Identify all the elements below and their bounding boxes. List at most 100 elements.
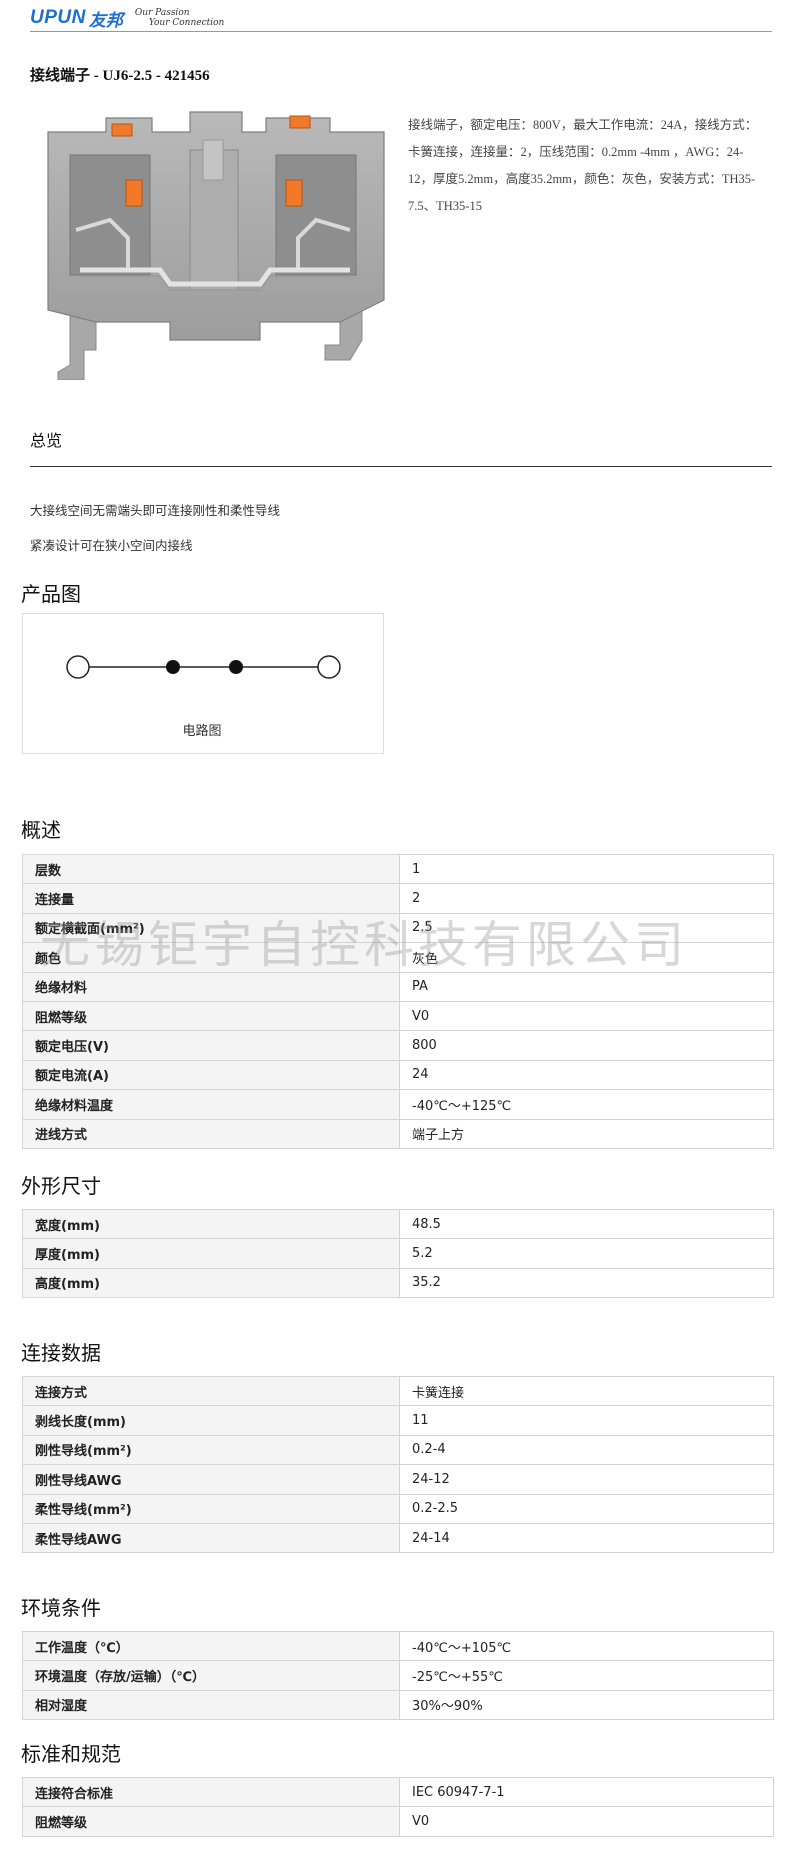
spec-key: 剥线长度(mm) bbox=[22, 1405, 400, 1436]
spec-key: 阻燃等级 bbox=[22, 1806, 400, 1837]
product-description: 接线端子，额定电压：800V，最大工作电流：24A，接线方式：卡簧连接，连接量：… bbox=[408, 118, 758, 213]
spec-row: 阻燃等级 V0 bbox=[22, 1000, 774, 1032]
spec-row: 层数 1 bbox=[22, 853, 774, 885]
spec-row: 工作温度（℃） -40℃～+105℃ bbox=[22, 1630, 774, 1662]
feature-item: 大接线空间无需端头即可连接刚性和柔性导线 bbox=[30, 503, 281, 518]
spec-table-standards: 连接符合标准 IEC 60947-7-1 阻燃等级 V0 bbox=[22, 1776, 774, 1837]
spec-row: 剥线长度(mm) 11 bbox=[22, 1405, 774, 1436]
spec-key: 高度(mm) bbox=[22, 1267, 400, 1299]
product-title: 接线端子 - UJ6-2.5 - 421456 bbox=[30, 68, 210, 84]
spec-key: 层数 bbox=[22, 853, 400, 885]
spec-row: 额定横截面(mm²) 2.5 bbox=[22, 912, 774, 944]
spec-row: 厚度(mm) 5.2 bbox=[22, 1238, 774, 1269]
spec-value: 800 bbox=[399, 1030, 774, 1061]
spec-key: 连接符合标准 bbox=[22, 1776, 400, 1808]
spec-key: 刚性导线AWG bbox=[22, 1464, 400, 1495]
spec-value: 48.5 bbox=[399, 1208, 774, 1240]
section-heading: 连接数据 bbox=[21, 1341, 101, 1365]
spec-table-connection: 连接方式 卡簧连接 剥线长度(mm) 11 刚性导线(mm²) 0.2-4 刚性导线AWG 2… bbox=[22, 1375, 774, 1554]
slogan-line-2: Your Connection bbox=[148, 18, 225, 28]
spec-value: 2.5 bbox=[399, 912, 774, 944]
spec-key: 颜色 bbox=[22, 942, 400, 973]
spec-value: -25℃～+55℃ bbox=[399, 1660, 774, 1691]
spec-row: 柔性导线AWG 24-14 bbox=[22, 1522, 774, 1554]
logo-cn-text: 友邦 bbox=[88, 10, 123, 31]
feature-item: 紧凑设计可在狭小空间内接线 bbox=[30, 538, 193, 553]
spec-value: 5.2 bbox=[399, 1238, 774, 1269]
spec-value: 30%～90% bbox=[399, 1689, 774, 1721]
spec-key: 柔性导线(mm²) bbox=[22, 1493, 400, 1524]
spec-row: 刚性导线(mm²) 0.2-4 bbox=[22, 1434, 774, 1466]
spec-row: 连接量 2 bbox=[22, 883, 774, 914]
spec-row: 连接符合标准 IEC 60947-7-1 bbox=[22, 1776, 774, 1808]
brand-slogan: Our Passion Your Connection bbox=[135, 8, 225, 28]
spec-value: 24-14 bbox=[399, 1522, 774, 1554]
spec-value: 2 bbox=[399, 883, 774, 914]
circuit-open-terminal bbox=[66, 655, 90, 679]
spec-value: 卡簧连接 bbox=[399, 1375, 774, 1407]
spec-row: 阻燃等级 V0 bbox=[22, 1806, 774, 1837]
section-heading: 外形尺寸 bbox=[21, 1174, 101, 1198]
spec-row: 高度(mm) 35.2 bbox=[22, 1267, 774, 1299]
circuit-junction-dot bbox=[229, 660, 243, 674]
spec-row: 绝缘材料 PA bbox=[22, 971, 774, 1002]
header-divider bbox=[30, 31, 772, 32]
spec-row: 刚性导线AWG 24-12 bbox=[22, 1464, 774, 1495]
spec-table-environment: 工作温度（℃） -40℃～+105℃ 环境温度（存放/运输）（℃） -25℃～+55℃… bbox=[22, 1630, 774, 1721]
spec-key: 刚性导线(mm²) bbox=[22, 1434, 400, 1466]
spec-value: 11 bbox=[399, 1405, 774, 1436]
circuit-open-terminal bbox=[317, 655, 341, 679]
spec-key: 环境温度（存放/运输）（℃） bbox=[22, 1660, 400, 1691]
brand-logo: UPUN 友邦 Our Passion Your Connection bbox=[30, 5, 224, 31]
spec-key: 进线方式 bbox=[22, 1118, 400, 1149]
spec-key: 绝缘材料 bbox=[22, 971, 400, 1002]
spec-value: 35.2 bbox=[399, 1267, 774, 1299]
spec-row: 绝缘材料温度 -40℃～+125℃ bbox=[22, 1089, 774, 1120]
spec-value: 24-12 bbox=[399, 1464, 774, 1495]
spec-value: 24 bbox=[399, 1059, 774, 1091]
spec-key: 相对湿度 bbox=[22, 1689, 400, 1721]
spec-row: 环境温度（存放/运输）（℃） -25℃～+55℃ bbox=[22, 1660, 774, 1691]
section-heading: 标准和规范 bbox=[21, 1742, 121, 1766]
spec-key: 连接量 bbox=[22, 883, 400, 914]
spec-value: V0 bbox=[399, 1806, 774, 1837]
spec-value: PA bbox=[399, 971, 774, 1002]
spec-key: 额定电流(A) bbox=[22, 1059, 400, 1091]
terminal-block-image bbox=[47, 111, 385, 380]
spec-value: 1 bbox=[399, 853, 774, 885]
spec-table-dimensions: 宽度(mm) 48.5 厚度(mm) 5.2 高度(mm) 35.2 bbox=[22, 1208, 774, 1299]
spec-value: -40℃～+105℃ bbox=[399, 1630, 774, 1662]
overview-divider bbox=[30, 466, 772, 467]
spec-value: 端子上方 bbox=[399, 1118, 774, 1149]
spec-value: V0 bbox=[399, 1000, 774, 1032]
spec-value: 灰色 bbox=[399, 942, 774, 973]
overview-heading: 总览 bbox=[30, 431, 63, 450]
spec-key: 厚度(mm) bbox=[22, 1238, 400, 1269]
circuit-junction-dot bbox=[166, 660, 180, 674]
section-heading: 环境条件 bbox=[21, 1596, 101, 1620]
spec-value: 0.2-4 bbox=[399, 1434, 774, 1466]
spec-key: 柔性导线AWG bbox=[22, 1522, 400, 1554]
spec-row: 颜色 灰色 bbox=[22, 942, 774, 973]
spec-key: 绝缘材料温度 bbox=[22, 1089, 400, 1120]
spec-row: 宽度(mm) 48.5 bbox=[22, 1208, 774, 1240]
spec-key: 额定电压(V) bbox=[22, 1030, 400, 1061]
spec-key: 连接方式 bbox=[22, 1375, 400, 1407]
spec-row: 柔性导线(mm²) 0.2-2.5 bbox=[22, 1493, 774, 1524]
spec-key: 宽度(mm) bbox=[22, 1208, 400, 1240]
spec-value: -40℃～+125℃ bbox=[399, 1089, 774, 1120]
circuit-caption: 电路图 bbox=[182, 724, 222, 739]
spec-key: 阻燃等级 bbox=[22, 1000, 400, 1032]
logo-latin-text: UPUN bbox=[30, 7, 86, 28]
spec-table-general: 层数 1 连接量 2 额定横截面(mm²) 2.5 颜色 灰色 绝缘材料 PA 阻燃等级 V0 额定电压… bbox=[22, 853, 774, 1149]
spec-row: 额定电压(V) 800 bbox=[22, 1030, 774, 1061]
spec-row: 连接方式 卡簧连接 bbox=[22, 1375, 774, 1407]
section-heading: 概述 bbox=[21, 818, 61, 842]
spec-key: 工作温度（℃） bbox=[22, 1630, 400, 1662]
spec-row: 进线方式 端子上方 bbox=[22, 1118, 774, 1149]
slogan-line-1: Our Passion bbox=[134, 8, 190, 18]
spec-value: 0.2-2.5 bbox=[399, 1493, 774, 1524]
spec-row: 相对湿度 30%～90% bbox=[22, 1689, 774, 1721]
spec-value: IEC 60947-7-1 bbox=[399, 1776, 774, 1808]
spec-row: 额定电流(A) 24 bbox=[22, 1059, 774, 1091]
